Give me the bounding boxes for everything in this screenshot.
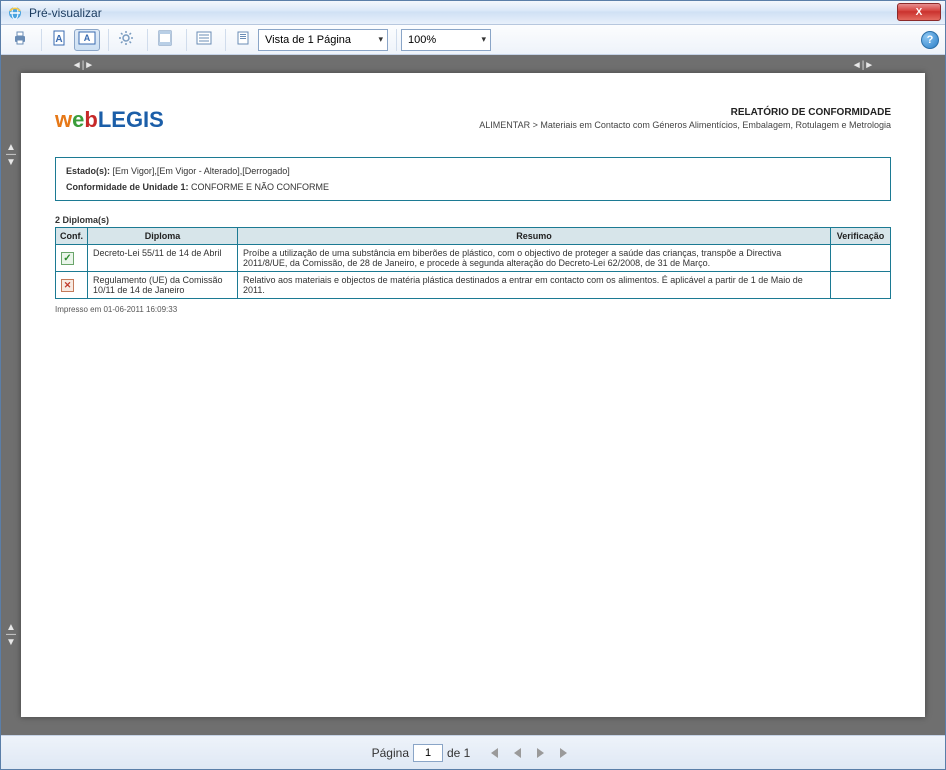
- report-title: RELATÓRIO DE CONFORMIDADE: [479, 107, 891, 118]
- table-row: ✕ Regulamento (UE) da Comissão 10/11 de …: [56, 272, 891, 299]
- view-mode-value: Vista de 1 Página: [265, 34, 351, 46]
- page-preview: webLEGIS RELATÓRIO DE CONFORMIDADE ALIME…: [21, 73, 925, 717]
- filter-estado-value: [Em Vigor],[Em Vigor - Alterado],[Derrog…: [113, 166, 290, 176]
- cell-diploma: Regulamento (UE) da Comissão 10/11 de 14…: [88, 272, 238, 299]
- headers-footers-button[interactable]: [152, 29, 178, 51]
- portrait-button[interactable]: A: [46, 29, 72, 51]
- printed-timestamp: Impresso em 01-06-2011 16:09:33: [55, 305, 891, 314]
- portrait-icon: A: [52, 30, 66, 49]
- svg-text:A: A: [55, 34, 62, 45]
- full-page-icon: [235, 31, 251, 48]
- filter-conf-value: CONFORME E NÃO CONFORME: [191, 182, 329, 192]
- check-ok-icon: ✓: [61, 252, 74, 265]
- prev-page-button[interactable]: [508, 744, 526, 762]
- gear-icon: [118, 30, 134, 49]
- table-row: ✓ Decreto-Lei 55/11 de 14 de Abril Proíb…: [56, 245, 891, 272]
- ie-icon: [7, 5, 23, 21]
- print-icon: [12, 30, 28, 49]
- check-no-icon: ✕: [61, 279, 74, 292]
- doc-title-block: RELATÓRIO DE CONFORMIDADE ALIMENTAR > Ma…: [479, 107, 891, 130]
- page-label-suffix: de 1: [447, 746, 470, 760]
- next-page-button[interactable]: [532, 744, 550, 762]
- col-conf: Conf.: [56, 228, 88, 245]
- page-nav: [484, 744, 574, 762]
- zoom-select[interactable]: 100%: [401, 29, 491, 51]
- col-diploma: Diploma: [88, 228, 238, 245]
- filter-box: Estado(s): [Em Vigor],[Em Vigor - Altera…: [55, 157, 891, 201]
- margin-handle-icon[interactable]: ▲—▼: [5, 143, 17, 167]
- col-resumo: Resumo: [238, 228, 831, 245]
- help-icon: ?: [927, 34, 934, 46]
- cell-verificacao: [831, 272, 891, 299]
- landscape-icon: A: [78, 31, 96, 48]
- titlebar: Pré-visualizar X: [1, 1, 945, 25]
- filter-conf-label: Conformidade de Unidade 1:: [66, 182, 189, 192]
- margin-handle-icon[interactable]: ▲—▼: [5, 623, 17, 647]
- close-icon: X: [916, 7, 923, 18]
- page-number-input[interactable]: [413, 744, 443, 762]
- page-setup-button[interactable]: [113, 29, 139, 51]
- full-width-icon: [196, 31, 212, 48]
- logo: webLEGIS: [55, 107, 164, 133]
- zoom-value: 100%: [408, 34, 436, 46]
- print-button[interactable]: [7, 29, 33, 51]
- breadcrumb: ALIMENTAR > Materiais em Contacto com Gé…: [479, 120, 891, 130]
- footer: Página de 1: [1, 735, 945, 769]
- toolbar: A A: [1, 25, 945, 55]
- page-label-prefix: Página: [372, 746, 409, 760]
- cell-resumo: Relativo aos materiais e objectos de mat…: [238, 272, 831, 299]
- full-page-button[interactable]: [230, 29, 256, 51]
- margin-handle-icon[interactable]: ◄|►: [851, 59, 875, 71]
- cell-verificacao: [831, 245, 891, 272]
- doc-header: webLEGIS RELATÓRIO DE CONFORMIDADE ALIME…: [55, 107, 891, 133]
- help-button[interactable]: ?: [921, 31, 939, 49]
- landscape-button[interactable]: A: [74, 29, 100, 51]
- header-footer-icon: [158, 30, 172, 49]
- data-table: Conf. Diploma Resumo Verificação ✓ Decre…: [55, 227, 891, 299]
- first-page-button[interactable]: [484, 744, 502, 762]
- print-preview-window: Pré-visualizar X A A: [0, 0, 946, 770]
- preview-viewport: ◄|► ◄|► ▲—▼ ▲—▼ webLEGIS RELATÓRIO DE CO…: [1, 55, 945, 735]
- cell-diploma: Decreto-Lei 55/11 de 14 de Abril: [88, 245, 238, 272]
- window-title: Pré-visualizar: [29, 6, 102, 20]
- last-page-button[interactable]: [556, 744, 574, 762]
- full-width-button[interactable]: [191, 29, 217, 51]
- result-count: 2 Diploma(s): [55, 215, 891, 225]
- view-mode-select[interactable]: Vista de 1 Página: [258, 29, 388, 51]
- cell-resumo: Proíbe a utilização de uma substância em…: [238, 245, 831, 272]
- filter-estado-label: Estado(s):: [66, 166, 110, 176]
- close-button[interactable]: X: [897, 3, 941, 21]
- margin-handle-icon[interactable]: ◄|►: [71, 59, 95, 71]
- svg-text:A: A: [84, 33, 91, 43]
- col-verificacao: Verificação: [831, 228, 891, 245]
